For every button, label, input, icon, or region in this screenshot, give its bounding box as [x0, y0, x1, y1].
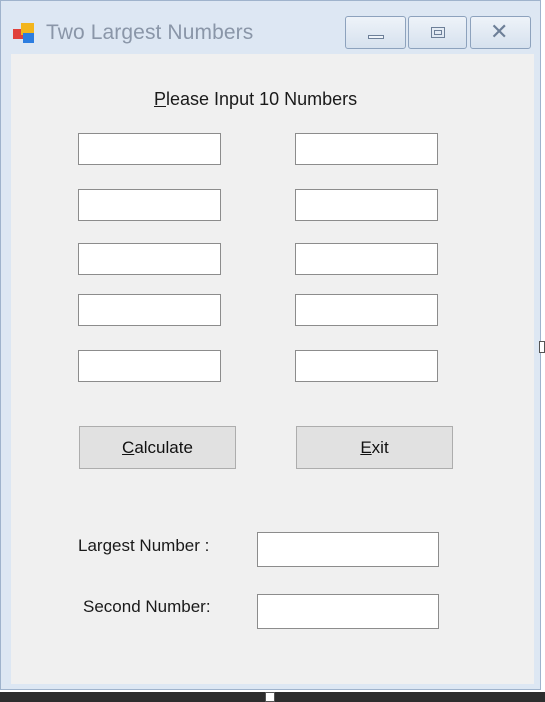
calculate-label: alculate [134, 438, 193, 457]
number-input-7[interactable] [78, 294, 221, 326]
minimize-button[interactable] [345, 16, 406, 49]
exit-mnemonic: E [360, 438, 372, 457]
number-input-1[interactable] [78, 133, 221, 165]
heading-text: lease Input 10 Numbers [166, 89, 358, 109]
largest-number-label: Largest Number : [78, 536, 210, 555]
exit-button[interactable]: Exit [296, 426, 453, 469]
number-input-9[interactable] [78, 350, 221, 382]
close-icon: ✕ [490, 20, 509, 45]
app-window: Two Largest Numbers ✕ Please Input 10 Nu… [0, 0, 541, 690]
number-input-6[interactable] [295, 243, 438, 275]
form-client-area: Please Input 10 Numbers Calculate Exit L… [11, 54, 534, 684]
largest-number-output[interactable] [257, 532, 439, 567]
maximize-icon [431, 27, 445, 38]
exit-label: xit [371, 438, 389, 457]
calculate-mnemonic: C [122, 438, 135, 457]
number-input-8[interactable] [295, 294, 438, 326]
window-title: Two Largest Numbers [46, 21, 254, 44]
number-input-3[interactable] [78, 189, 221, 221]
close-button[interactable]: ✕ [470, 16, 531, 49]
minimize-icon [368, 35, 384, 39]
number-input-4[interactable] [295, 189, 438, 221]
app-windows-icon[interactable] [13, 23, 35, 43]
calculate-button[interactable]: Calculate [79, 426, 236, 469]
maximize-button[interactable] [408, 16, 467, 49]
number-input-5[interactable] [78, 243, 221, 275]
number-input-2[interactable] [295, 133, 438, 165]
second-number-output[interactable] [257, 594, 439, 629]
number-input-10[interactable] [295, 350, 438, 382]
second-number-label: Second Number: [83, 597, 211, 616]
title-bar[interactable]: Two Largest Numbers ✕ [1, 1, 540, 53]
resize-handle-bottom[interactable] [265, 692, 275, 702]
instruction-heading: Please Input 10 Numbers [154, 89, 357, 110]
heading-mnemonic: P [154, 89, 167, 109]
resize-handle-right[interactable] [539, 341, 545, 353]
